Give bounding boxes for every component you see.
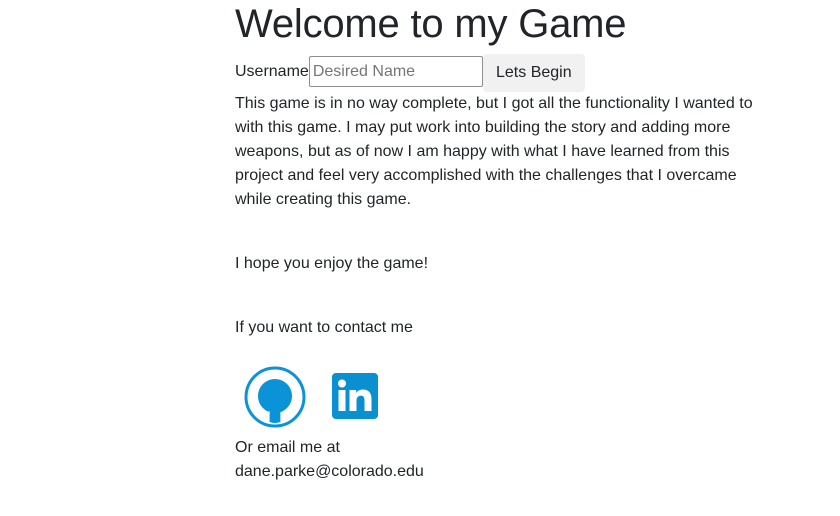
page-title: Welcome to my Game xyxy=(235,2,627,46)
lets-begin-button[interactable]: Lets Begin xyxy=(482,54,585,92)
linkedin-icon xyxy=(332,373,378,419)
username-label: Username xyxy=(235,63,309,80)
email-prefix: Or email me at xyxy=(235,439,340,456)
linkedin-link[interactable] xyxy=(332,373,378,419)
enjoy-text: I hope you enjoy the game! xyxy=(235,255,429,272)
login-form: Username Lets Begin xyxy=(235,54,585,92)
github-icon xyxy=(244,366,306,428)
contact-text: If you want to contact me xyxy=(235,319,413,336)
username-input[interactable] xyxy=(308,56,483,87)
github-link[interactable] xyxy=(244,366,306,428)
social-links xyxy=(235,364,395,428)
email-block: Or email me at dane.parke@colorado.edu xyxy=(235,436,445,484)
email-link[interactable]: dane.parke@colorado.edu xyxy=(235,463,424,480)
intro-paragraph: This game is in no way complete, but I g… xyxy=(235,95,753,208)
